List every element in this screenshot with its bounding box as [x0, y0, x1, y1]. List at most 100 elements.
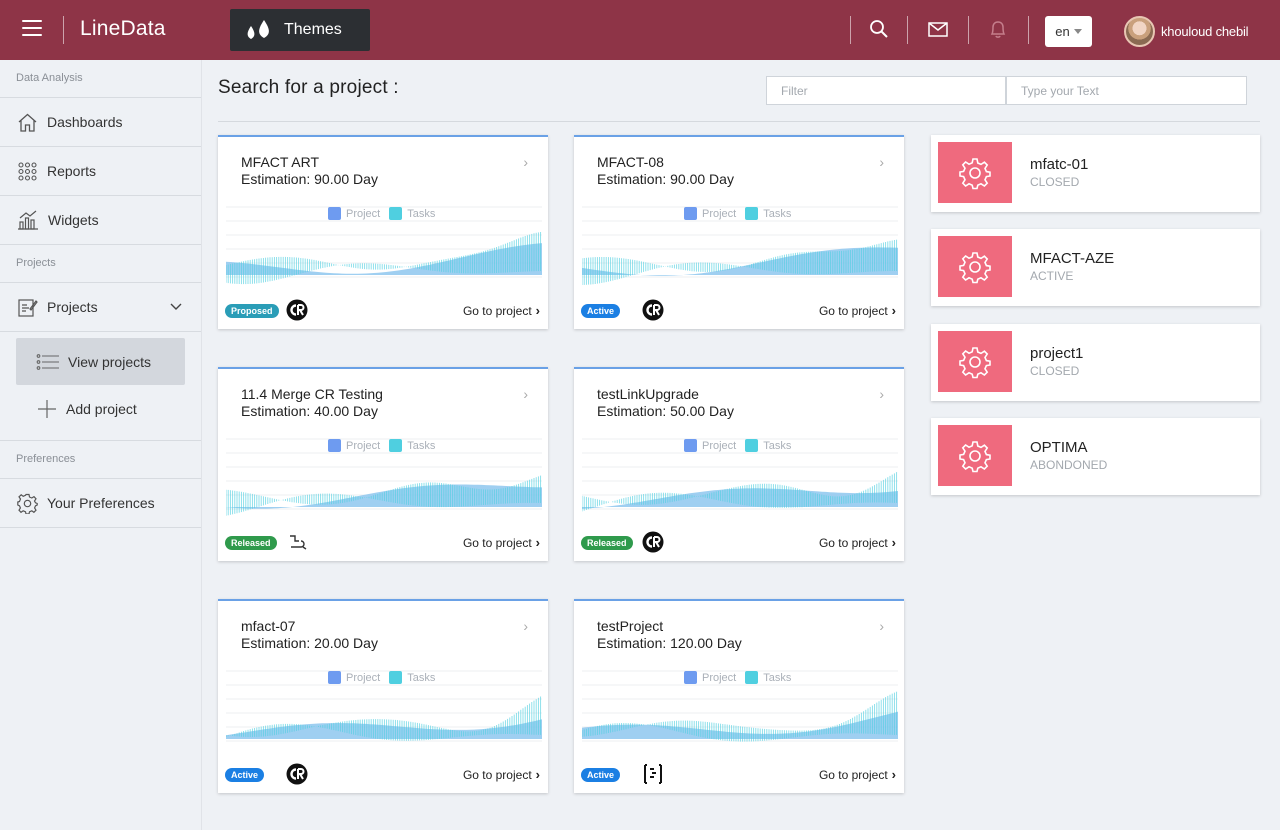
- go-to-project-link[interactable]: Go to project ›: [463, 767, 540, 782]
- legend-swatch: [389, 207, 403, 220]
- legend-item-project[interactable]: Project: [684, 671, 736, 684]
- chevron-right-icon[interactable]: ›: [523, 618, 528, 634]
- themes-button[interactable]: Themes: [230, 9, 370, 51]
- search-icon[interactable]: [868, 18, 890, 40]
- recent-project-item[interactable]: OPTIMA ABONDONED: [931, 418, 1260, 495]
- chart-legend: Project Tasks: [684, 207, 800, 220]
- go-to-project-label: Go to project: [818, 767, 888, 782]
- language-select[interactable]: en: [1045, 16, 1092, 47]
- bar-chart-icon: [18, 210, 38, 230]
- status-badge: Proposed: [225, 304, 279, 318]
- sidebar-item-preferences[interactable]: Your Preferences: [0, 479, 201, 528]
- legend-item-tasks[interactable]: Tasks: [389, 439, 435, 452]
- project-estimation: Estimation: 50.00 Day: [597, 403, 734, 419]
- project-title[interactable]: mfact-07: [241, 618, 295, 634]
- text-search-input[interactable]: [1006, 76, 1247, 105]
- legend-item-project[interactable]: Project: [684, 439, 736, 452]
- chart-legend: Project Tasks: [684, 671, 800, 684]
- project-card[interactable]: 11.4 Merge CR Testing Estimation: 40.00 …: [218, 367, 548, 561]
- sidebar-item-view-projects[interactable]: View projects: [16, 338, 185, 385]
- go-to-project-link[interactable]: Go to project ›: [819, 535, 896, 550]
- divider: [1028, 16, 1029, 44]
- project-card[interactable]: testLinkUpgrade Estimation: 50.00 Day › …: [574, 367, 904, 561]
- cr-logo-icon: [642, 299, 664, 321]
- bell-icon[interactable]: [987, 18, 1009, 40]
- status-badge: Active: [581, 304, 621, 318]
- user-menu[interactable]: khouloud chebil: [1124, 15, 1249, 47]
- recent-project-name: MFACT-AZE: [1030, 250, 1115, 267]
- project-title[interactable]: testProject: [597, 618, 663, 634]
- legend-item-project[interactable]: Project: [684, 207, 736, 220]
- project-card[interactable]: MFACT ART Estimation: 90.00 Day › Projec…: [218, 135, 548, 329]
- legend-swatch: [745, 207, 759, 220]
- gear-icon: [959, 157, 991, 189]
- app-brand[interactable]: LineData: [80, 17, 166, 41]
- legend-item-tasks[interactable]: Tasks: [745, 439, 791, 452]
- project-estimation: Estimation: 40.00 Day: [241, 403, 378, 419]
- sidebar-section-data-analysis: Data Analysis: [0, 60, 201, 98]
- chevron-right-icon[interactable]: ›: [523, 386, 528, 402]
- project-title[interactable]: testLinkUpgrade: [597, 386, 699, 402]
- menu-icon[interactable]: [22, 20, 42, 38]
- legend-swatch: [328, 671, 341, 684]
- gear-icon: [959, 251, 991, 283]
- recent-project-item[interactable]: project1 CLOSED: [931, 324, 1260, 401]
- status-badge: Active: [225, 768, 265, 782]
- project-estimation: Estimation: 90.00 Day: [241, 171, 378, 187]
- filter-input[interactable]: [766, 76, 1006, 105]
- sidebar-item-reports[interactable]: Reports: [0, 147, 201, 196]
- chevron-right-icon[interactable]: ›: [879, 386, 884, 402]
- legend-swatch: [745, 671, 759, 684]
- sidebar-item-projects[interactable]: Projects: [0, 283, 201, 332]
- cr-logo-icon: [286, 763, 308, 785]
- project-title[interactable]: MFACT-08: [597, 154, 664, 170]
- sidebar-section-preferences: Preferences: [0, 441, 201, 479]
- chevron-right-icon[interactable]: ›: [523, 154, 528, 170]
- go-to-project-link[interactable]: Go to project ›: [463, 535, 540, 550]
- legend-item-project[interactable]: Project: [328, 207, 380, 220]
- status-badge: Released: [225, 536, 277, 550]
- status-badge: Active: [581, 768, 621, 782]
- legend-item-tasks[interactable]: Tasks: [745, 671, 791, 684]
- chevron-right-icon[interactable]: ›: [879, 618, 884, 634]
- sidebar-item-dashboards[interactable]: Dashboards: [0, 98, 201, 147]
- go-to-project-label: Go to project: [462, 535, 532, 550]
- go-to-project-link[interactable]: Go to project ›: [819, 303, 896, 318]
- legend-label: Tasks: [763, 671, 792, 684]
- chevron-down-icon[interactable]: [170, 301, 182, 311]
- legend-label: Project: [346, 439, 381, 452]
- go-to-project-link[interactable]: Go to project ›: [463, 303, 540, 318]
- projects-submenu: View projects Add project: [0, 332, 201, 441]
- legend-item-tasks[interactable]: Tasks: [745, 207, 791, 220]
- project-title[interactable]: MFACT ART: [241, 154, 319, 170]
- divider: [850, 16, 851, 44]
- page-title: Search for a project :: [218, 77, 399, 98]
- project-card[interactable]: MFACT-08 Estimation: 90.00 Day › Project…: [574, 135, 904, 329]
- recent-project-item[interactable]: MFACT-AZE ACTIVE: [931, 229, 1260, 306]
- legend-swatch: [389, 671, 403, 684]
- divider: [968, 16, 969, 44]
- legend-item-tasks[interactable]: Tasks: [389, 207, 435, 220]
- sidebar-item-label: Add project: [66, 400, 137, 417]
- chevron-right-icon: ›: [535, 767, 540, 782]
- mail-icon[interactable]: [927, 18, 949, 40]
- project-card[interactable]: testProject Estimation: 120.00 Day › Pro…: [574, 599, 904, 793]
- project-card[interactable]: mfact-07 Estimation: 20.00 Day › Project…: [218, 599, 548, 793]
- project-title[interactable]: 11.4 Merge CR Testing: [241, 386, 383, 402]
- plus-icon: [38, 399, 56, 418]
- recent-project-status: CLOSED: [1030, 364, 1080, 378]
- legend-item-project[interactable]: Project: [328, 671, 380, 684]
- recent-project-item[interactable]: mfatc-01 CLOSED: [931, 135, 1260, 212]
- chart-legend: Project Tasks: [328, 671, 444, 684]
- sidebar-item-widgets[interactable]: Widgets: [0, 196, 201, 245]
- project-estimation: Estimation: 120.00 Day: [597, 635, 742, 651]
- go-to-project-link[interactable]: Go to project ›: [819, 767, 896, 782]
- legend-label: Project: [346, 671, 381, 684]
- legend-item-tasks[interactable]: Tasks: [389, 671, 435, 684]
- chevron-right-icon[interactable]: ›: [879, 154, 884, 170]
- legend-item-project[interactable]: Project: [328, 439, 380, 452]
- cr-logo-icon: [642, 531, 664, 553]
- sidebar-item-add-project[interactable]: Add project: [16, 385, 185, 432]
- legend-swatch: [684, 439, 697, 452]
- go-to-project-label: Go to project: [462, 767, 532, 782]
